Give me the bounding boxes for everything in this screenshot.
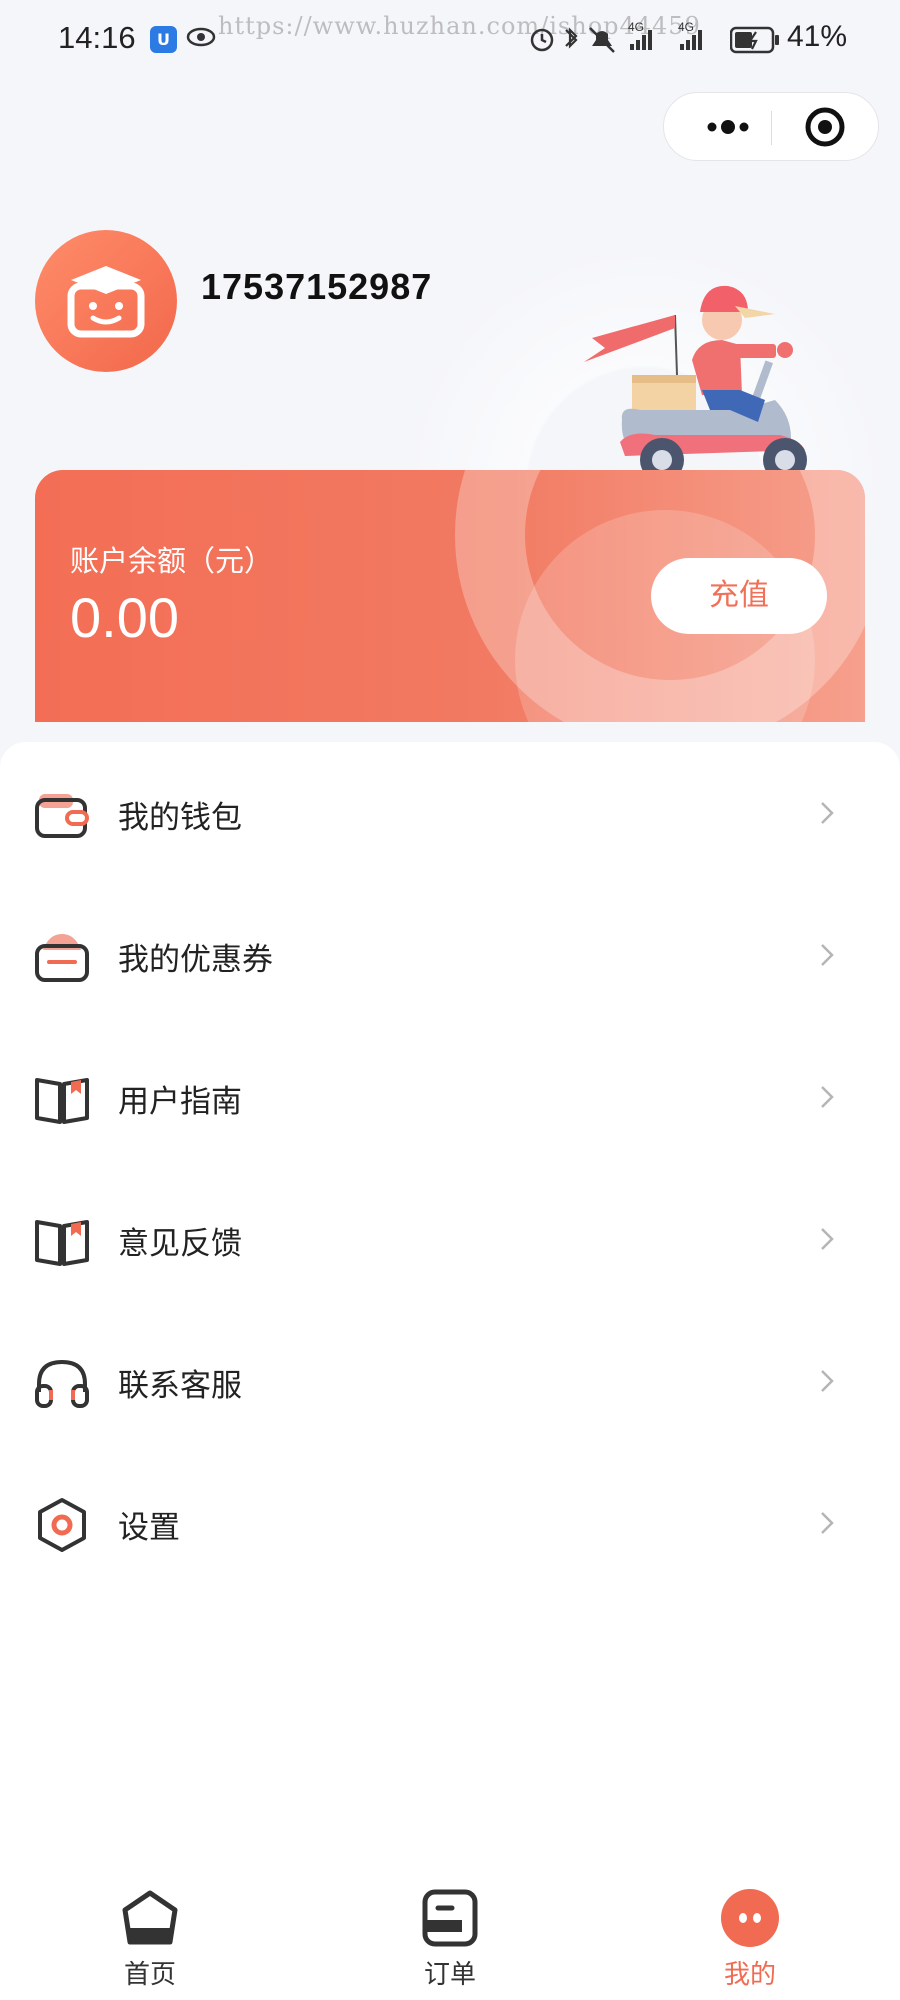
chevron-right-icon	[818, 1368, 836, 1398]
status-time: 14:16	[58, 20, 136, 55]
menu-item-user-guide[interactable]: 用户指南	[0, 1026, 900, 1168]
chevron-right-icon	[818, 1084, 836, 1114]
status-bar: 14:16 U https://www.huzhan.com/ishop4445…	[0, 0, 900, 80]
avatar[interactable]	[35, 230, 177, 372]
target-close-icon	[805, 107, 845, 147]
chevron-right-icon	[818, 1510, 836, 1540]
menu-item-label: 意见反馈	[118, 1226, 242, 1262]
more-dots-icon	[707, 120, 749, 134]
chevron-right-icon	[818, 800, 836, 830]
menu-item-label: 用户指南	[118, 1084, 242, 1120]
miniprogram-capsule	[663, 92, 879, 161]
settings-icon	[33, 1496, 91, 1554]
eye-icon	[186, 26, 216, 52]
chevron-right-icon	[818, 942, 836, 972]
book-icon	[33, 1070, 91, 1128]
balance-card: 账户余额（元） 0.00 充值	[35, 470, 865, 722]
menu-item-customer-service[interactable]: 联系客服	[0, 1310, 900, 1452]
tab-profile[interactable]: 我的	[600, 1852, 900, 2000]
app-notification-icon: U	[150, 26, 177, 53]
balance-amount: 0.00	[70, 586, 179, 649]
battery-icon	[729, 26, 780, 58]
user-phone: 17537152987	[201, 266, 433, 307]
network-type-2: 4G	[678, 20, 695, 34]
wallet-icon	[33, 786, 91, 844]
recharge-button[interactable]: 充值	[651, 558, 827, 634]
tab-orders[interactable]: 订单	[300, 1852, 600, 2000]
menu-item-label: 设置	[118, 1510, 180, 1546]
menu-item-label: 联系客服	[118, 1368, 242, 1404]
profile-icon	[720, 1888, 780, 1948]
tab-label: 订单	[423, 1960, 476, 1990]
balance-label: 账户余额（元）	[70, 544, 274, 578]
close-miniprogram-button[interactable]	[789, 93, 879, 162]
tab-home[interactable]: 首页	[0, 1852, 300, 2000]
menu-item-label: 我的钱包	[118, 800, 242, 836]
tab-label: 首页	[123, 1960, 176, 1990]
order-icon	[420, 1888, 480, 1948]
tab-label: 我的	[723, 1960, 776, 1990]
home-icon	[120, 1888, 180, 1948]
menu-item-feedback[interactable]: 意见反馈	[0, 1168, 900, 1310]
book-icon	[33, 1212, 91, 1270]
headset-icon	[33, 1354, 91, 1412]
menu-item-settings[interactable]: 设置	[0, 1452, 900, 1594]
capsule-divider	[771, 111, 772, 145]
more-button[interactable]	[692, 93, 772, 162]
menu-item-wallet[interactable]: 我的钱包	[0, 742, 900, 884]
mascot-avatar-icon	[67, 266, 145, 338]
chevron-right-icon	[818, 1226, 836, 1256]
menu-item-coupons[interactable]: 我的优惠券	[0, 884, 900, 1026]
bottom-tab-bar: 首页 订单 我的	[0, 1852, 900, 2000]
coupon-icon	[33, 928, 91, 986]
battery-percent: 41%	[787, 20, 848, 53]
network-type-1: 4G	[628, 20, 645, 34]
menu-item-label: 我的优惠券	[118, 942, 273, 978]
menu-panel: 我的钱包 我的优惠券 用户指南 意见反馈 联系客服 设置	[0, 742, 900, 1852]
